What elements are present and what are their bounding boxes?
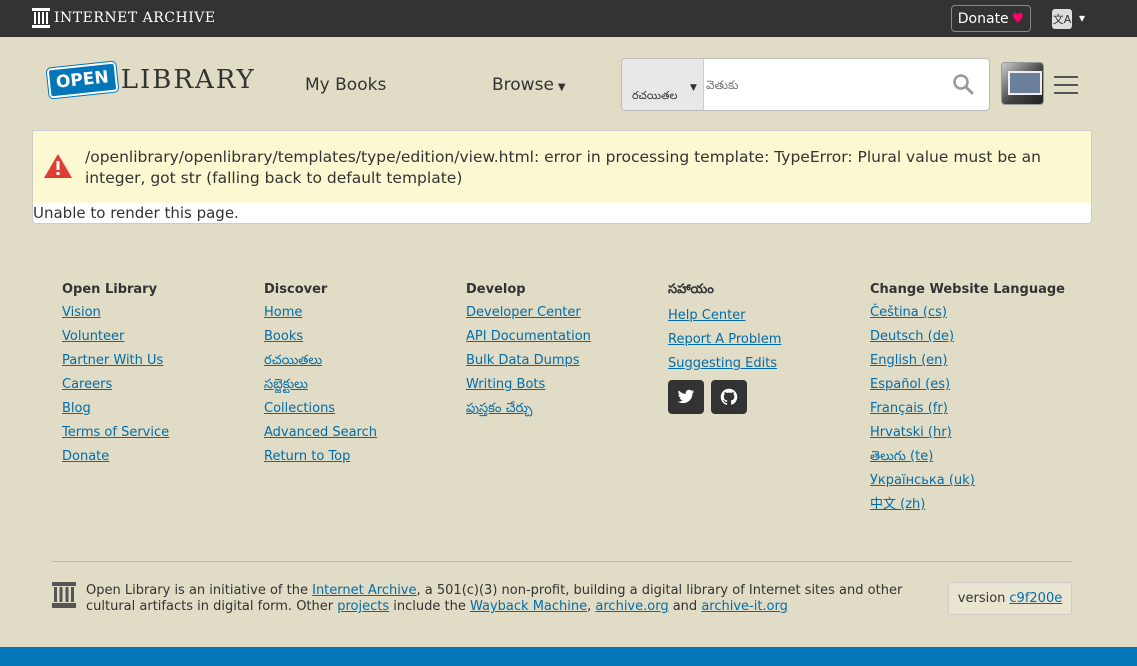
- footer-col-open-library: Open Library Vision Volunteer Partner Wi…: [62, 282, 169, 473]
- error-message: /openlibrary/openlibrary/templates/type/…: [85, 148, 1041, 187]
- lang-link-hr[interactable]: Hrvatski (hr): [870, 425, 1065, 441]
- search-facet-select[interactable]: రచయితల ▼: [622, 59, 704, 110]
- footer-col-help: సహాయం Help Center Report A Problem Sugge…: [668, 282, 781, 414]
- footer: Open Library Vision Volunteer Partner Wi…: [0, 224, 1137, 666]
- nav-my-books[interactable]: My Books: [305, 75, 386, 95]
- footer-link-data-dumps[interactable]: Bulk Data Dumps: [466, 353, 591, 369]
- error-alert: /openlibrary/openlibrary/templates/type/…: [33, 131, 1091, 203]
- lang-link-en[interactable]: English (en): [870, 353, 1065, 369]
- footer-link-books[interactable]: Books: [264, 329, 377, 345]
- social-links: [668, 380, 781, 414]
- lang-link-cs[interactable]: Čeština (cs): [870, 305, 1065, 321]
- ol-header: OPEN LIBRARY My Books Browse ▼ రచయితల ▼: [0, 37, 1137, 130]
- footer-link-help-center[interactable]: Help Center: [668, 308, 781, 324]
- footer-col-develop: Develop Developer Center API Documentati…: [466, 282, 591, 425]
- footer-heading: Develop: [466, 282, 526, 297]
- footer-link-donate[interactable]: Donate: [62, 449, 169, 465]
- lang-link-te[interactable]: తెలుగు (te): [870, 449, 1065, 465]
- footer-link-blog[interactable]: Blog: [62, 401, 169, 417]
- ia-logo-text: INTERNET ARCHIVE: [54, 10, 216, 26]
- footer-link-authors[interactable]: రచయితలు: [264, 353, 377, 369]
- search-input[interactable]: [706, 69, 936, 101]
- footer-link-terms[interactable]: Terms of Service: [62, 425, 169, 441]
- footer-link-writing-bots[interactable]: Writing Bots: [466, 377, 591, 393]
- version-label: version: [957, 591, 1006, 606]
- footer-col-language: Change Website Language Čeština (cs) Deu…: [870, 282, 1065, 521]
- footer-link-partner[interactable]: Partner With Us: [62, 353, 169, 369]
- ia-top-bar: INTERNET ARCHIVE Donate ♥ 文A ▾: [0, 0, 1137, 37]
- user-avatar[interactable]: [1001, 62, 1044, 105]
- unable-to-render-text: Unable to render this page.: [33, 204, 239, 222]
- bottom-banner-strip: [0, 647, 1137, 666]
- logo-open-text: OPEN: [46, 61, 119, 99]
- about-text: and: [668, 599, 702, 614]
- footer-link-return-top[interactable]: Return to Top: [264, 449, 377, 465]
- archive-org-link[interactable]: archive.org: [595, 599, 668, 614]
- footer-divider: [52, 561, 1072, 562]
- warning-icon: [44, 154, 72, 178]
- twitter-icon[interactable]: [668, 380, 704, 414]
- version-badge: version c9f200e: [948, 582, 1072, 615]
- donate-label: Donate: [957, 10, 1009, 27]
- projects-link[interactable]: projects: [337, 599, 389, 614]
- chevron-down-icon[interactable]: ▾: [1079, 11, 1085, 25]
- footer-col-discover: Discover Home Books రచయితలు సబ్జెక్టులు …: [264, 282, 377, 473]
- lang-link-uk[interactable]: Українська (uk): [870, 473, 1065, 489]
- caret-down-icon: ▼: [690, 83, 697, 93]
- footer-link-api-docs[interactable]: API Documentation: [466, 329, 591, 345]
- search-icon[interactable]: [952, 73, 974, 95]
- ia-building-icon: [32, 8, 50, 28]
- caret-down-icon: ▼: [557, 82, 566, 93]
- archive-it-link[interactable]: archive-it.org: [701, 599, 788, 614]
- footer-link-home[interactable]: Home: [264, 305, 377, 321]
- footer-link-collections[interactable]: Collections: [264, 401, 377, 417]
- footer-link-volunteer[interactable]: Volunteer: [62, 329, 169, 345]
- footer-link-developer-center[interactable]: Developer Center: [466, 305, 591, 321]
- footer-link-advanced-search[interactable]: Advanced Search: [264, 425, 377, 441]
- lang-link-es[interactable]: Español (es): [870, 377, 1065, 393]
- logo-library-text: LIBRARY: [120, 65, 256, 95]
- footer-heading: Change Website Language: [870, 282, 1065, 297]
- footer-heading: సహాయం: [668, 282, 714, 297]
- hamburger-menu-icon[interactable]: [1054, 76, 1078, 94]
- footer-heading: Open Library: [62, 282, 158, 297]
- footer-link-add-book[interactable]: పుస్తకం చేర్చు: [466, 401, 591, 417]
- footer-link-careers[interactable]: Careers: [62, 377, 169, 393]
- about-text: include the: [389, 599, 470, 614]
- about-text: Open Library is an initiative of the: [86, 583, 313, 598]
- language-icon[interactable]: 文A: [1052, 9, 1072, 29]
- footer-link-report-problem[interactable]: Report A Problem: [668, 332, 781, 348]
- main-content: /openlibrary/openlibrary/templates/type/…: [32, 130, 1092, 224]
- version-hash-link[interactable]: c9f200e: [1009, 591, 1062, 606]
- search-facet-label: రచయితల: [632, 89, 678, 102]
- footer-about-text: Open Library is an initiative of the Int…: [86, 583, 936, 615]
- footer-link-subjects[interactable]: సబ్జెక్టులు: [264, 377, 377, 393]
- archive-building-icon: [52, 582, 76, 608]
- github-icon[interactable]: [711, 380, 747, 414]
- lang-link-fr[interactable]: Français (fr): [870, 401, 1065, 417]
- heart-icon: ♥: [1011, 10, 1025, 27]
- donate-button[interactable]: Donate ♥: [951, 5, 1031, 32]
- wayback-machine-link[interactable]: Wayback Machine: [470, 599, 587, 614]
- search-bar: రచయితల ▼: [621, 58, 990, 111]
- footer-link-vision[interactable]: Vision: [62, 305, 169, 321]
- nav-browse-label: Browse: [492, 75, 554, 95]
- footer-link-suggesting-edits[interactable]: Suggesting Edits: [668, 356, 781, 372]
- open-library-logo[interactable]: OPEN LIBRARY: [46, 57, 256, 103]
- footer-heading: Discover: [264, 282, 328, 297]
- internet-archive-link[interactable]: Internet Archive: [312, 583, 416, 598]
- ia-logo-link[interactable]: INTERNET ARCHIVE: [32, 8, 216, 28]
- nav-browse-menu[interactable]: Browse ▼: [492, 75, 566, 95]
- lang-link-de[interactable]: Deutsch (de): [870, 329, 1065, 345]
- lang-link-zh[interactable]: 中文 (zh): [870, 497, 1065, 513]
